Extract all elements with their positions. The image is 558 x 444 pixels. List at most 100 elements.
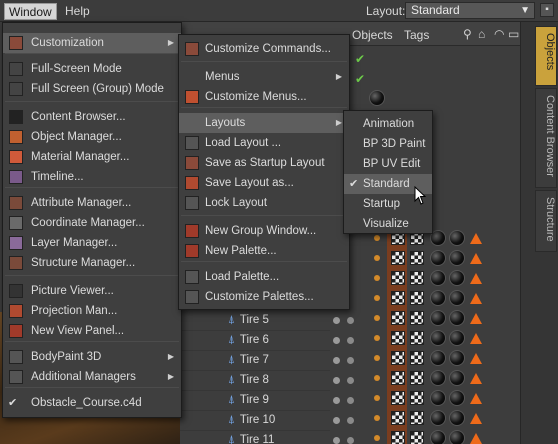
texture-tag-icon[interactable]	[410, 371, 424, 385]
eye-icon[interactable]: ◠	[494, 27, 504, 41]
texture-tag-icon[interactable]	[410, 271, 424, 285]
texture-tag-icon[interactable]	[391, 351, 405, 365]
material-tag-icon[interactable]	[430, 430, 446, 444]
texture-tag-icon[interactable]	[391, 331, 405, 345]
texture-tag-icon[interactable]	[391, 271, 405, 285]
material-tag-icon[interactable]	[449, 410, 465, 426]
customization-menu-item[interactable]: New Palette...	[179, 241, 349, 261]
om-tab-tags[interactable]: Tags	[404, 28, 429, 42]
material-tag-icon[interactable]	[430, 350, 446, 366]
visibility-dot[interactable]	[333, 397, 340, 404]
layout-option[interactable]: BP UV Edit	[344, 154, 432, 174]
material-tag-icon[interactable]	[430, 390, 446, 406]
warning-tag-icon[interactable]	[470, 273, 482, 284]
customization-menu-item[interactable]: New Group Window...	[179, 221, 349, 241]
material-tag-icon[interactable]	[449, 250, 465, 266]
material-tag-icon[interactable]	[369, 90, 385, 106]
warning-tag-icon[interactable]	[470, 253, 482, 264]
texture-tag-icon[interactable]	[391, 311, 405, 325]
texture-tag-icon[interactable]	[391, 251, 405, 265]
object-row[interactable]: ⍋ Tire 8	[180, 371, 330, 391]
material-tag-icon[interactable]	[449, 230, 465, 246]
material-tag-icon[interactable]	[430, 410, 446, 426]
material-tag-icon[interactable]	[449, 270, 465, 286]
material-tag-icon[interactable]	[430, 290, 446, 306]
material-tag-icon[interactable]	[430, 250, 446, 266]
render-dot[interactable]	[347, 317, 354, 324]
visibility-dot[interactable]	[333, 317, 340, 324]
window-menu-item[interactable]: Coordinate Manager...	[3, 213, 181, 233]
texture-tag-icon[interactable]	[391, 371, 405, 385]
render-dot[interactable]	[347, 397, 354, 404]
visibility-dot[interactable]	[333, 357, 340, 364]
customization-menu-item[interactable]: Lock Layout	[179, 193, 349, 213]
window-menu-item[interactable]: Material Manager...	[3, 147, 181, 167]
window-menu-item[interactable]: Projection Man...	[3, 301, 181, 321]
material-tag-icon[interactable]	[449, 350, 465, 366]
layout-dropdown[interactable]: Standard ▼	[405, 2, 535, 19]
material-tag-icon[interactable]	[430, 310, 446, 326]
window-menu-item[interactable]: Attribute Manager...	[3, 193, 181, 213]
window-menu-item[interactable]: BodyPaint 3D ▶	[3, 347, 181, 367]
material-tag-icon[interactable]	[449, 430, 465, 444]
layout-option[interactable]: Visualize	[344, 214, 432, 234]
window-menu-item[interactable]: Additional Managers ▶	[3, 367, 181, 387]
customization-menu-item[interactable]: Customize Menus...	[179, 87, 349, 107]
object-row[interactable]: ⍋ Tire 7	[180, 351, 330, 371]
texture-tag-icon[interactable]	[410, 411, 424, 425]
warning-tag-icon[interactable]	[470, 313, 482, 324]
window-menu-item[interactable]: Structure Manager...	[3, 253, 181, 273]
customization-menu-item[interactable]: Menus ▶	[179, 67, 349, 87]
side-tab-structure[interactable]: Structure	[535, 190, 557, 252]
help-menu[interactable]: Help	[61, 3, 94, 20]
window-menu-item[interactable]: Content Browser...	[3, 107, 181, 127]
enabled-check-icon[interactable]: ✔	[355, 72, 365, 86]
layout-option[interactable]: Animation	[344, 114, 432, 134]
window-menu-item[interactable]: Full-Screen Mode	[3, 59, 181, 79]
home-icon[interactable]: ⌂	[478, 27, 485, 41]
warning-tag-icon[interactable]	[470, 333, 482, 344]
visibility-dot[interactable]	[333, 377, 340, 384]
window-menu-item[interactable]: Customization ▶	[3, 33, 181, 53]
warning-tag-icon[interactable]	[470, 393, 482, 404]
render-dot[interactable]	[347, 377, 354, 384]
texture-tag-icon[interactable]	[410, 291, 424, 305]
customization-menu-item[interactable]: Load Palette...	[179, 267, 349, 287]
texture-tag-icon[interactable]	[410, 251, 424, 265]
window-menu-item[interactable]: Picture Viewer...	[3, 281, 181, 301]
om-tab-objects[interactable]: Objects	[352, 28, 393, 42]
warning-tag-icon[interactable]	[470, 373, 482, 384]
customization-menu-item[interactable]: Layouts ▶	[179, 113, 349, 133]
customization-menu-item[interactable]: Load Layout ...	[179, 133, 349, 153]
texture-tag-icon[interactable]	[410, 391, 424, 405]
window-menu-item[interactable]: Timeline...	[3, 167, 181, 187]
window-menu-item[interactable]: Full Screen (Group) Mode	[3, 79, 181, 99]
object-row[interactable]: ⍋ Tire 9	[180, 391, 330, 411]
texture-tag-icon[interactable]	[410, 311, 424, 325]
window-menu-item[interactable]: Layer Manager...	[3, 233, 181, 253]
warning-tag-icon[interactable]	[470, 233, 482, 244]
window-options-icon[interactable]: ▪	[540, 3, 554, 17]
warning-tag-icon[interactable]	[470, 413, 482, 424]
window-menu[interactable]: Window	[4, 3, 57, 20]
material-tag-icon[interactable]	[430, 330, 446, 346]
object-row[interactable]: ⍋ Tire 11	[180, 431, 330, 444]
material-tag-icon[interactable]	[449, 310, 465, 326]
texture-tag-icon[interactable]	[391, 431, 405, 444]
texture-tag-icon[interactable]	[391, 411, 405, 425]
render-dot[interactable]	[347, 437, 354, 444]
warning-tag-icon[interactable]	[470, 433, 482, 444]
render-dot[interactable]	[347, 357, 354, 364]
material-tag-icon[interactable]	[430, 270, 446, 286]
texture-tag-icon[interactable]	[410, 431, 424, 444]
texture-tag-icon[interactable]	[410, 351, 424, 365]
texture-tag-icon[interactable]	[391, 291, 405, 305]
object-row[interactable]: ⍋ Tire 10	[180, 411, 330, 431]
warning-tag-icon[interactable]	[470, 353, 482, 364]
texture-tag-icon[interactable]	[391, 391, 405, 405]
render-dot[interactable]	[347, 417, 354, 424]
material-tag-icon[interactable]	[449, 290, 465, 306]
material-tag-icon[interactable]	[449, 370, 465, 386]
layout-option[interactable]: BP 3D Paint	[344, 134, 432, 154]
material-tag-icon[interactable]	[430, 370, 446, 386]
